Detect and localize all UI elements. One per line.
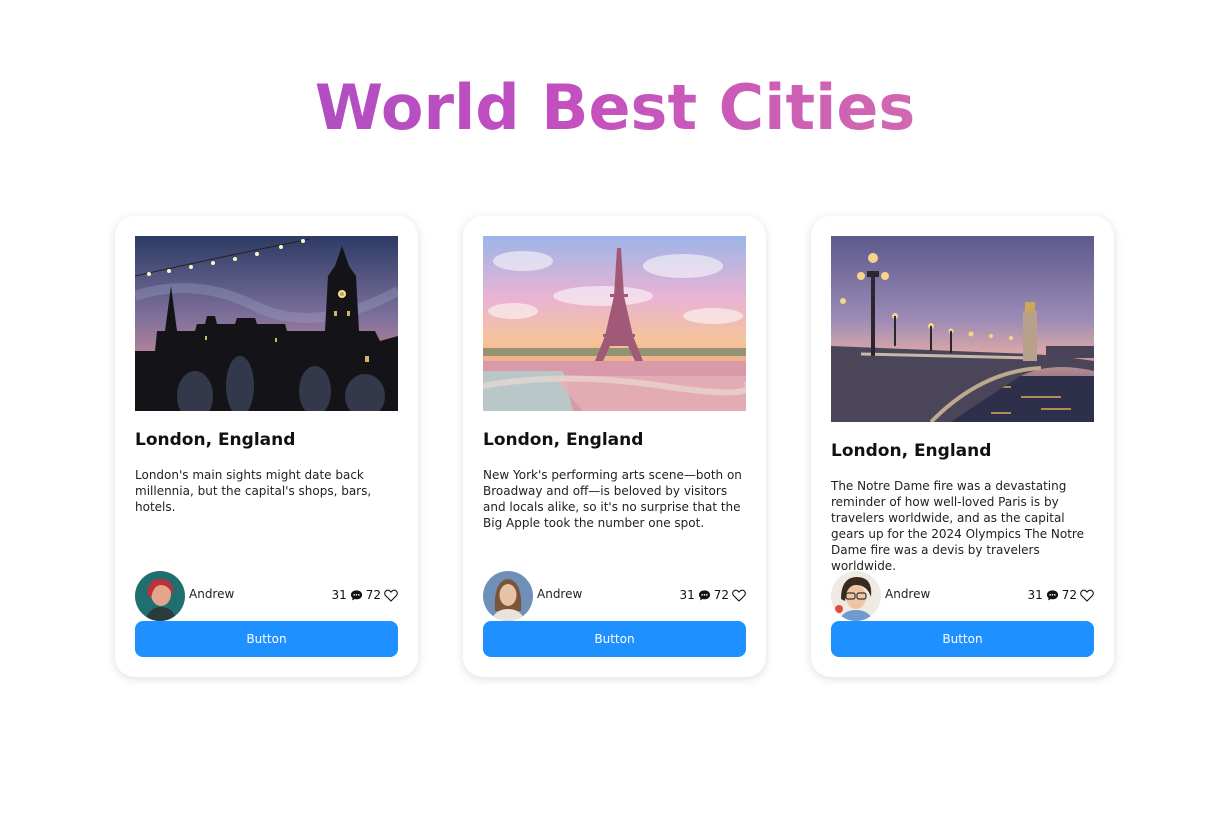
card-description: London's main sights might date back mil… [135, 468, 372, 514]
author-name[interactable]: Andrew [885, 587, 930, 601]
avatar[interactable] [135, 571, 185, 621]
card-title: London, England [831, 441, 992, 461]
comment-count: 31 [331, 588, 347, 602]
card-stats: 31 72 [679, 588, 746, 602]
card-title: London, England [135, 430, 296, 450]
avatar[interactable] [831, 571, 881, 621]
like-count: 72 [713, 588, 729, 602]
card-title: London, England [483, 430, 644, 450]
avatar[interactable] [483, 571, 533, 621]
comment-icon[interactable] [698, 589, 711, 602]
city-card: London, England New York's performing ar… [463, 216, 766, 677]
card-stats: 31 72 [331, 588, 398, 602]
card-description: New York's performing arts scene—both on… [483, 468, 742, 530]
author-name[interactable]: Andrew [189, 587, 234, 601]
comment-count: 31 [679, 588, 695, 602]
heart-icon[interactable] [384, 589, 398, 602]
like-count: 72 [365, 588, 381, 602]
card-button[interactable]: Button [483, 621, 746, 657]
comment-count: 31 [1027, 588, 1043, 602]
city-image [831, 236, 1094, 422]
card-button[interactable]: Button [135, 621, 398, 657]
city-image [135, 236, 398, 411]
author-name[interactable]: Andrew [537, 587, 582, 601]
card-description: The Notre Dame fire was a devastating re… [831, 479, 1084, 573]
heart-icon[interactable] [732, 589, 746, 602]
city-card: London, England The Notre Dame fire was … [811, 216, 1114, 677]
card-stats: 31 72 [1027, 588, 1094, 602]
city-card: London, England London's main sights mig… [115, 216, 418, 677]
like-count: 72 [1061, 588, 1077, 602]
card-button[interactable]: Button [831, 621, 1094, 657]
heart-icon[interactable] [1080, 589, 1094, 602]
city-image [483, 236, 746, 411]
page-title: World Best Cities [0, 68, 1207, 148]
comment-icon[interactable] [1046, 589, 1059, 602]
comment-icon[interactable] [350, 589, 363, 602]
